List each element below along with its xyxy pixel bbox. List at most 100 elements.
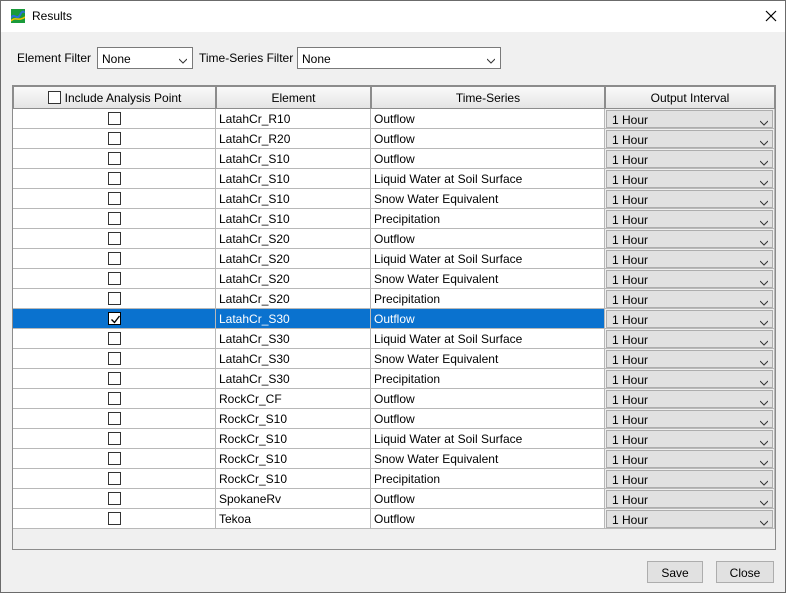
output-interval-dropdown[interactable]: 1 Hour bbox=[606, 470, 773, 488]
close-icon[interactable] bbox=[757, 2, 785, 30]
time-series-cell[interactable]: Outflow bbox=[371, 149, 605, 169]
element-cell[interactable]: RockCr_S10 bbox=[216, 469, 371, 489]
time-series-cell[interactable]: Snow Water Equivalent bbox=[371, 189, 605, 209]
table-row[interactable]: RockCr_S10 Liquid Water at Soil Surface 1 … bbox=[13, 429, 775, 449]
time-series-cell[interactable]: Snow Water Equivalent bbox=[371, 449, 605, 469]
element-cell[interactable]: LatahCr_S30 bbox=[216, 309, 371, 329]
element-cell[interactable]: LatahCr_S20 bbox=[216, 269, 371, 289]
output-interval-dropdown[interactable]: 1 Hour bbox=[606, 450, 773, 468]
element-cell[interactable]: RockCr_S10 bbox=[216, 429, 371, 449]
output-interval-dropdown[interactable]: 1 Hour bbox=[606, 330, 773, 348]
element-cell[interactable]: LatahCr_S10 bbox=[216, 189, 371, 209]
header-include-analysis-point[interactable]: Include Analysis Point bbox=[13, 86, 216, 109]
output-interval-dropdown[interactable]: 1 Hour bbox=[606, 430, 773, 448]
output-interval-dropdown[interactable]: 1 Hour bbox=[606, 370, 773, 388]
time-series-cell[interactable]: Precipitation bbox=[371, 369, 605, 389]
time-series-cell[interactable]: Outflow bbox=[371, 489, 605, 509]
table-row[interactable]: LatahCr_S10 Outflow 1 Hour bbox=[13, 149, 775, 169]
table-row[interactable]: LatahCr_S30 Precipitation 1 Hour bbox=[13, 369, 775, 389]
include-checkbox[interactable] bbox=[108, 272, 121, 285]
output-interval-dropdown[interactable]: 1 Hour bbox=[606, 230, 773, 248]
output-interval-dropdown[interactable]: 1 Hour bbox=[606, 410, 773, 428]
output-interval-dropdown[interactable]: 1 Hour bbox=[606, 290, 773, 308]
table-row[interactable]: RockCr_CF Outflow 1 Hour bbox=[13, 389, 775, 409]
select-all-checkbox[interactable] bbox=[47, 91, 61, 104]
table-row[interactable]: LatahCr_S20 Outflow 1 Hour bbox=[13, 229, 775, 249]
element-cell[interactable]: LatahCr_S20 bbox=[216, 289, 371, 309]
element-cell[interactable]: LatahCr_S30 bbox=[216, 349, 371, 369]
output-interval-dropdown[interactable]: 1 Hour bbox=[606, 390, 773, 408]
include-checkbox[interactable] bbox=[108, 192, 121, 205]
time-series-cell[interactable]: Outflow bbox=[371, 229, 605, 249]
element-cell[interactable]: LatahCr_S30 bbox=[216, 329, 371, 349]
time-series-cell[interactable]: Outflow bbox=[371, 109, 605, 129]
output-interval-dropdown[interactable]: 1 Hour bbox=[606, 510, 773, 528]
output-interval-dropdown[interactable]: 1 Hour bbox=[606, 190, 773, 208]
include-checkbox[interactable] bbox=[108, 392, 121, 405]
element-cell[interactable]: RockCr_S10 bbox=[216, 449, 371, 469]
header-time-series[interactable]: Time-Series bbox=[371, 86, 605, 109]
include-checkbox[interactable] bbox=[108, 292, 121, 305]
include-checkbox[interactable] bbox=[108, 492, 121, 505]
time-series-cell[interactable]: Liquid Water at Soil Surface bbox=[371, 249, 605, 269]
include-checkbox[interactable] bbox=[108, 212, 121, 225]
table-row[interactable]: LatahCr_R20 Outflow 1 Hour bbox=[13, 129, 775, 149]
output-interval-dropdown[interactable]: 1 Hour bbox=[606, 130, 773, 148]
include-checkbox[interactable] bbox=[108, 312, 121, 325]
table-row[interactable]: LatahCr_S30 Snow Water Equivalent 1 Hour bbox=[13, 349, 775, 369]
table-row[interactable]: LatahCr_R10 Outflow 1 Hour bbox=[13, 109, 775, 129]
table-row[interactable]: LatahCr_S30 Liquid Water at Soil Surface 1… bbox=[13, 329, 775, 349]
include-checkbox[interactable] bbox=[108, 172, 121, 185]
header-element[interactable]: Element bbox=[216, 86, 371, 109]
table-row[interactable]: LatahCr_S20 Precipitation 1 Hour bbox=[13, 289, 775, 309]
output-interval-dropdown[interactable]: 1 Hour bbox=[606, 490, 773, 508]
table-row[interactable]: LatahCr_S20 Snow Water Equivalent 1 Hour bbox=[13, 269, 775, 289]
element-cell[interactable]: LatahCr_R10 bbox=[216, 109, 371, 129]
time-series-filter-select[interactable]: None bbox=[297, 47, 501, 69]
include-checkbox[interactable] bbox=[108, 152, 121, 165]
table-row[interactable]: SpokaneRv Outflow 1 Hour bbox=[13, 489, 775, 509]
table-row[interactable]: LatahCr_S10 Liquid Water at Soil Surface 1… bbox=[13, 169, 775, 189]
output-interval-dropdown[interactable]: 1 Hour bbox=[606, 150, 773, 168]
output-interval-dropdown[interactable]: 1 Hour bbox=[606, 170, 773, 188]
time-series-cell[interactable]: Liquid Water at Soil Surface bbox=[371, 169, 605, 189]
include-checkbox[interactable] bbox=[108, 232, 121, 245]
table-row[interactable]: RockCr_S10 Outflow 1 Hour bbox=[13, 409, 775, 429]
header-output-interval[interactable]: Output Interval bbox=[605, 86, 775, 109]
element-cell[interactable]: LatahCr_S10 bbox=[216, 149, 371, 169]
save-button[interactable]: Save bbox=[647, 561, 703, 583]
element-filter-select[interactable]: None bbox=[97, 47, 193, 69]
table-row[interactable]: RockCr_S10 Snow Water Equivalent 1 Hour bbox=[13, 449, 775, 469]
table-row[interactable]: LatahCr_S10 Precipitation 1 Hour bbox=[13, 209, 775, 229]
element-cell[interactable]: LatahCr_S20 bbox=[216, 229, 371, 249]
include-checkbox[interactable] bbox=[108, 512, 121, 525]
element-cell[interactable]: RockCr_CF bbox=[216, 389, 371, 409]
include-checkbox[interactable] bbox=[108, 472, 121, 485]
element-cell[interactable]: LatahCr_R20 bbox=[216, 129, 371, 149]
element-cell[interactable]: LatahCr_S10 bbox=[216, 209, 371, 229]
close-button[interactable]: Close bbox=[716, 561, 774, 583]
time-series-cell[interactable]: Liquid Water at Soil Surface bbox=[371, 329, 605, 349]
time-series-cell[interactable]: Snow Water Equivalent bbox=[371, 269, 605, 289]
time-series-cell[interactable]: Outflow bbox=[371, 389, 605, 409]
element-cell[interactable]: LatahCr_S20 bbox=[216, 249, 371, 269]
include-checkbox[interactable] bbox=[108, 132, 121, 145]
table-row[interactable]: RockCr_S10 Precipitation 1 Hour bbox=[13, 469, 775, 489]
include-checkbox[interactable] bbox=[108, 372, 121, 385]
time-series-cell[interactable]: Outflow bbox=[371, 509, 605, 529]
include-checkbox[interactable] bbox=[108, 252, 121, 265]
output-interval-dropdown[interactable]: 1 Hour bbox=[606, 350, 773, 368]
element-cell[interactable]: LatahCr_S30 bbox=[216, 369, 371, 389]
time-series-cell[interactable]: Outflow bbox=[371, 129, 605, 149]
table-row[interactable]: LatahCr_S10 Snow Water Equivalent 1 Hour bbox=[13, 189, 775, 209]
output-interval-dropdown[interactable]: 1 Hour bbox=[606, 210, 773, 228]
include-checkbox[interactable] bbox=[108, 452, 121, 465]
output-interval-dropdown[interactable]: 1 Hour bbox=[606, 250, 773, 268]
time-series-cell[interactable]: Liquid Water at Soil Surface bbox=[371, 429, 605, 449]
element-cell[interactable]: RockCr_S10 bbox=[216, 409, 371, 429]
table-row[interactable]: Tekoa Outflow 1 Hour bbox=[13, 509, 775, 529]
include-checkbox[interactable] bbox=[108, 352, 121, 365]
time-series-cell[interactable]: Snow Water Equivalent bbox=[371, 349, 605, 369]
table-row[interactable]: LatahCr_S20 Liquid Water at Soil Surface 1… bbox=[13, 249, 775, 269]
table-row[interactable]: LatahCr_S30 Outflow 1 Hour bbox=[13, 309, 775, 329]
